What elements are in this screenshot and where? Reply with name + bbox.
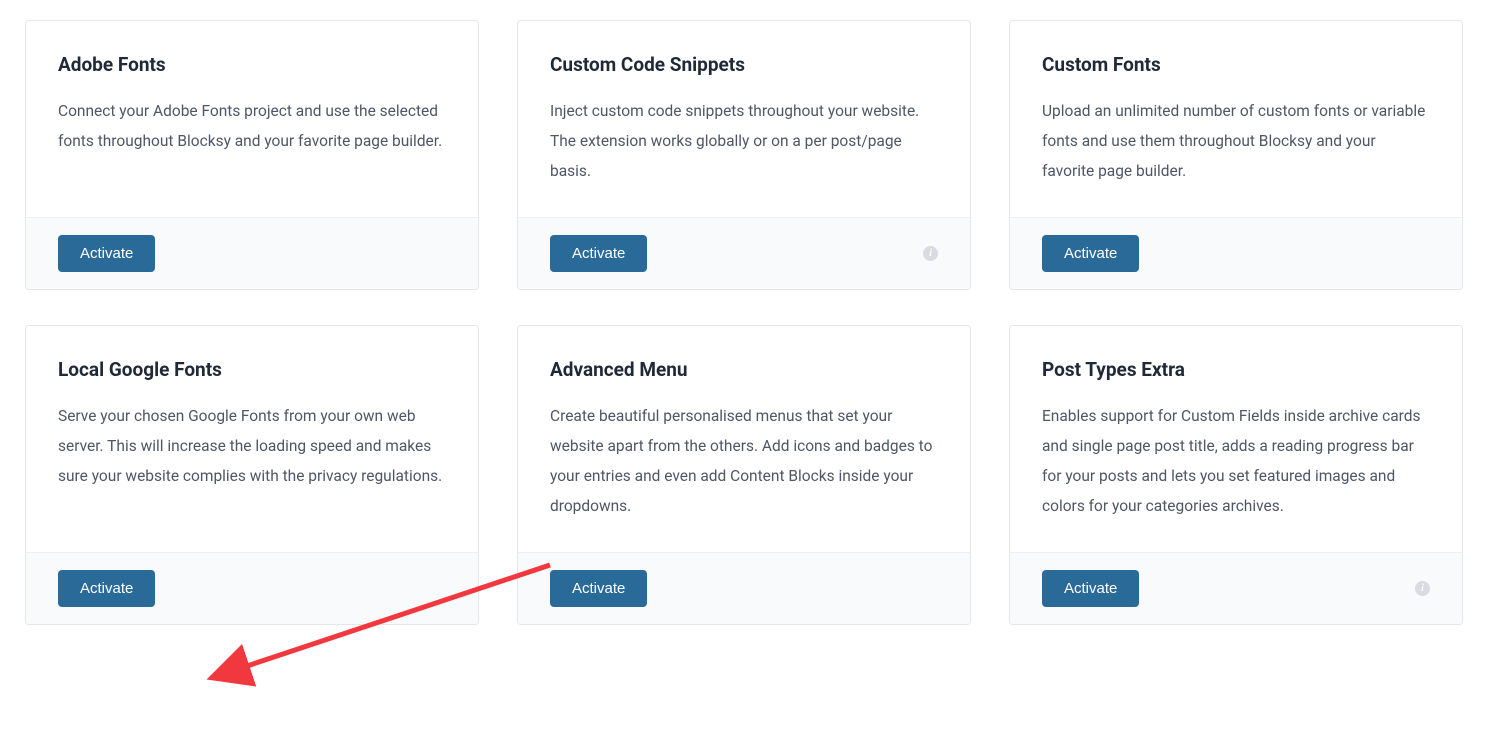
card-local-google-fonts: Local Google Fonts Serve your chosen Goo… [25, 325, 479, 625]
card-footer: Activate [518, 552, 970, 624]
card-body: Advanced Menu Create beautiful personali… [518, 326, 970, 552]
card-body: Post Types Extra Enables support for Cus… [1010, 326, 1462, 552]
card-description: Connect your Adobe Fonts project and use… [58, 96, 446, 156]
card-custom-fonts: Custom Fonts Upload an unlimited number … [1009, 20, 1463, 290]
activate-button[interactable]: Activate [550, 235, 647, 272]
card-post-types-extra: Post Types Extra Enables support for Cus… [1009, 325, 1463, 625]
card-title: Custom Code Snippets [550, 53, 938, 76]
info-icon[interactable]: i [1415, 581, 1430, 596]
card-footer: Activate i [518, 217, 970, 289]
card-adobe-fonts: Adobe Fonts Connect your Adobe Fonts pro… [25, 20, 479, 290]
activate-button[interactable]: Activate [1042, 570, 1139, 607]
card-description: Create beautiful personalised menus that… [550, 401, 938, 522]
activate-button[interactable]: Activate [58, 570, 155, 607]
card-title: Local Google Fonts [58, 358, 446, 381]
card-footer: Activate i [1010, 552, 1462, 624]
activate-button[interactable]: Activate [1042, 235, 1139, 272]
card-description: Inject custom code snippets throughout y… [550, 96, 938, 187]
activate-button[interactable]: Activate [550, 570, 647, 607]
card-title: Custom Fonts [1042, 53, 1430, 76]
card-title: Advanced Menu [550, 358, 938, 381]
card-footer: Activate [26, 552, 478, 624]
card-description: Serve your chosen Google Fonts from your… [58, 401, 446, 492]
card-advanced-menu: Advanced Menu Create beautiful personali… [517, 325, 971, 625]
card-body: Adobe Fonts Connect your Adobe Fonts pro… [26, 21, 478, 217]
card-description: Upload an unlimited number of custom fon… [1042, 96, 1430, 187]
extensions-grid: Adobe Fonts Connect your Adobe Fonts pro… [25, 20, 1463, 625]
activate-button[interactable]: Activate [58, 235, 155, 272]
card-description: Enables support for Custom Fields inside… [1042, 401, 1430, 522]
card-body: Custom Fonts Upload an unlimited number … [1010, 21, 1462, 217]
card-footer: Activate [1010, 217, 1462, 289]
card-footer: Activate [26, 217, 478, 289]
card-custom-code-snippets: Custom Code Snippets Inject custom code … [517, 20, 971, 290]
info-icon[interactable]: i [923, 246, 938, 261]
card-body: Custom Code Snippets Inject custom code … [518, 21, 970, 217]
card-title: Adobe Fonts [58, 53, 446, 76]
card-body: Local Google Fonts Serve your chosen Goo… [26, 326, 478, 552]
card-title: Post Types Extra [1042, 358, 1430, 381]
